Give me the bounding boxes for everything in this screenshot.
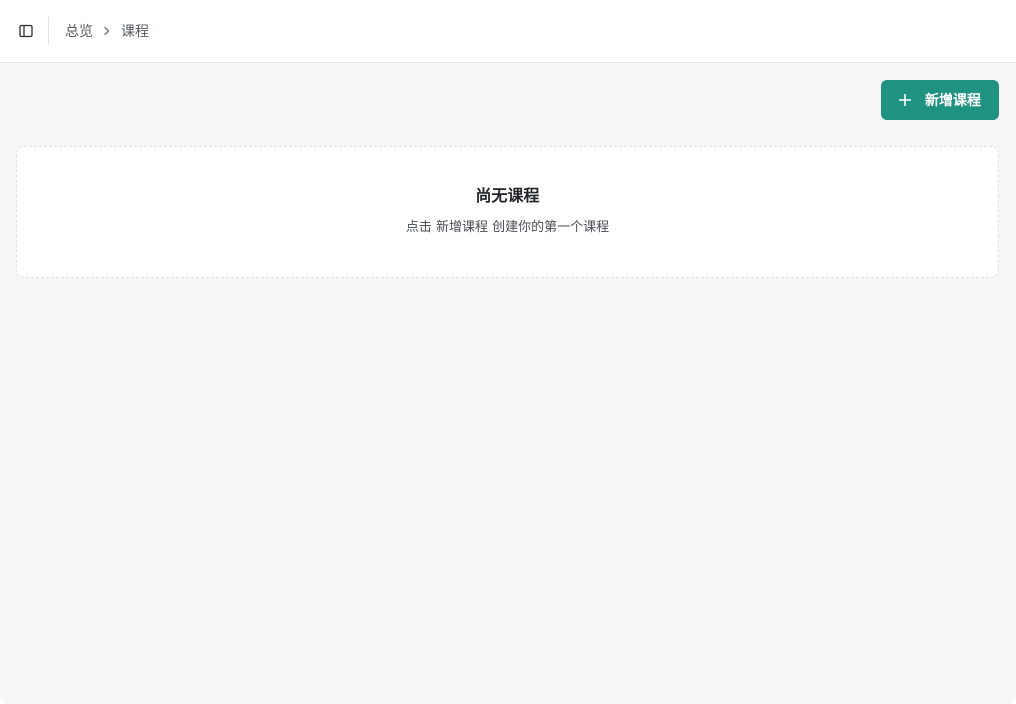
plus-icon <box>899 94 911 106</box>
breadcrumb-item-overview[interactable]: 总览 <box>65 21 93 41</box>
header-divider <box>48 17 49 45</box>
toolbar: 新增课程 <box>16 80 999 120</box>
breadcrumb-item-current: 课程 <box>121 24 149 40</box>
empty-state-title: 尚无课程 <box>475 185 540 205</box>
app-window: 总览 课程 新增课程 尚无课程 点击 新增课程 创建你的第一个课程 <box>0 0 1016 704</box>
empty-state-card: 尚无课程 点击 新增课程 创建你的第一个课程 <box>16 146 999 278</box>
add-course-button-label: 新增课程 <box>925 93 981 109</box>
breadcrumb: 总览 课程 <box>65 21 149 41</box>
empty-state-description: 点击 新增课程 创建你的第一个课程 <box>405 219 610 235</box>
top-bar: 总览 课程 <box>0 0 1016 63</box>
sidebar-toggle-icon[interactable] <box>14 19 38 43</box>
main-content: 新增课程 尚无课程 点击 新增课程 创建你的第一个课程 <box>0 63 1016 278</box>
add-course-button[interactable]: 新增课程 <box>881 80 999 120</box>
chevron-right-icon <box>103 26 111 36</box>
